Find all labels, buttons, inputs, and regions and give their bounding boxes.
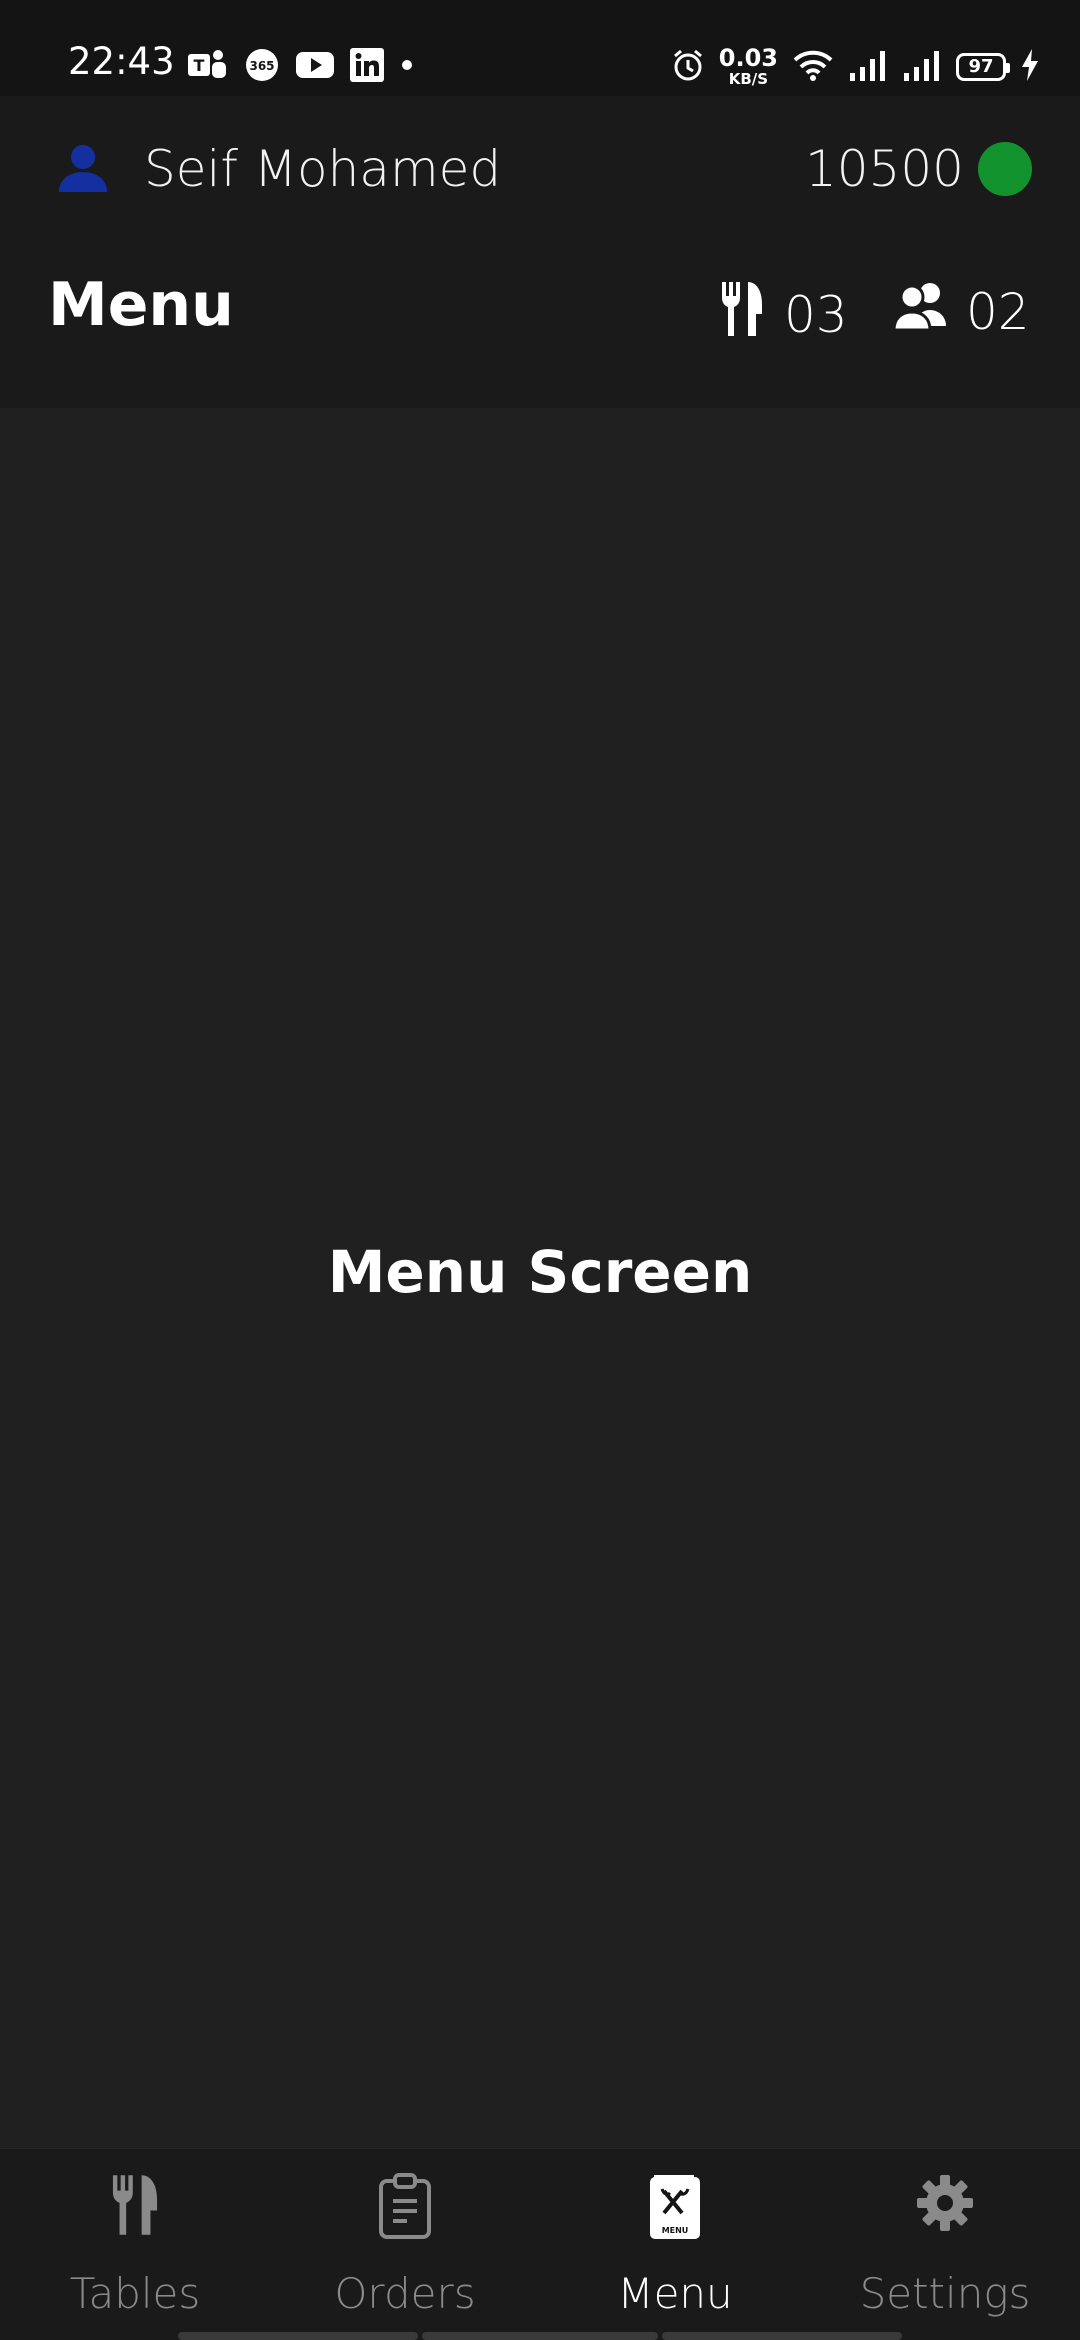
nav-item-orders[interactable]: Orders: [270, 2149, 540, 2340]
guests-count-stat: 02: [892, 280, 1030, 344]
nav-label-menu: Menu: [617, 2269, 733, 2318]
utensils-icon: [0, 2173, 270, 2237]
guests-count: 02: [966, 283, 1030, 341]
utensils-icon: [718, 280, 766, 350]
user-name: Seif Mohamed: [144, 140, 502, 198]
teams-icon: T: [188, 48, 228, 82]
online-status-indicator: [978, 142, 1032, 196]
clipboard-icon: [270, 2173, 540, 2239]
menu-book-icon: MENU: [540, 2173, 810, 2241]
tables-count: 03: [784, 286, 848, 344]
nav-label-tables: Tables: [69, 2269, 201, 2318]
net-speed-value: 0.03: [718, 44, 778, 72]
signal-icon-2: [902, 49, 942, 85]
status-bar: 22:43 T 365 0.03 KB/S 97: [0, 0, 1080, 96]
signal-icon-1: [848, 49, 888, 85]
screen-placeholder-label: Menu Screen: [327, 1238, 753, 1306]
gesture-bar-left: [178, 2332, 418, 2340]
linkedin-icon: [350, 48, 384, 82]
user-avatar-icon[interactable]: [55, 140, 111, 200]
app-screen: 22:43 T 365 0.03 KB/S 97 Seif Mohamed 10…: [0, 0, 1080, 2340]
battery-level: 97: [968, 56, 994, 77]
status-time: 22:43: [68, 40, 175, 83]
app-header: Seif Mohamed 10500 Menu 03 02: [0, 96, 1080, 408]
notification-icons: T 365: [188, 48, 414, 82]
user-row: Seif Mohamed 10500: [0, 96, 1080, 240]
balance-value: 10500: [804, 140, 964, 198]
wifi-icon: [792, 48, 834, 86]
battery-indicator: 97: [956, 52, 1010, 81]
office-365-icon: 365: [244, 48, 280, 82]
bottom-navigation: Tables Orders MENU Menu Settings: [0, 2148, 1080, 2340]
main-content: Menu Screen: [0, 408, 1080, 2148]
nav-label-orders: Orders: [334, 2269, 476, 2318]
page-title: Menu: [48, 270, 234, 340]
svg-text:365: 365: [249, 59, 274, 73]
title-row: Menu 03 02: [0, 240, 1080, 408]
status-right: 0.03 KB/S 97: [671, 46, 1040, 87]
gear-icon: [810, 2173, 1080, 2233]
charging-icon: [1020, 48, 1040, 85]
alarm-icon: [671, 48, 705, 86]
users-icon: [892, 280, 948, 344]
gesture-bar-right: [662, 2332, 902, 2340]
nav-item-settings[interactable]: Settings: [810, 2149, 1080, 2340]
svg-text:MENU: MENU: [662, 2226, 689, 2235]
gesture-bar-center: [422, 2332, 658, 2340]
net-speed-unit: KB/S: [728, 70, 769, 88]
nav-item-tables[interactable]: Tables: [0, 2149, 270, 2340]
svg-text:T: T: [194, 56, 205, 75]
dot-icon: [400, 58, 414, 72]
tables-count-stat: 03: [718, 280, 848, 350]
youtube-icon: [296, 50, 334, 80]
network-speed: 0.03 KB/S: [719, 46, 778, 87]
nav-item-menu[interactable]: MENU Menu: [540, 2149, 810, 2340]
nav-label-settings: Settings: [859, 2269, 1031, 2318]
